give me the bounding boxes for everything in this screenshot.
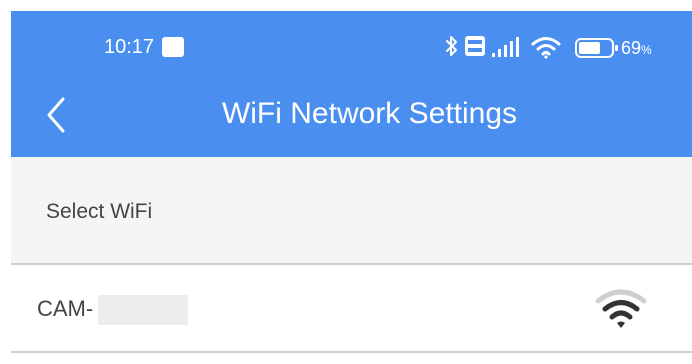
screen: 10:17 69% WiFi Network Settings Select W…: [0, 0, 692, 364]
notification-icon: [162, 37, 184, 57]
page-title: WiFi Network Settings: [221, 97, 518, 130]
wifi-signal-icon: [595, 289, 647, 328]
divider: [11, 263, 692, 265]
wifi-ssid: CAM-: [37, 296, 94, 321]
select-wifi-section: Select WiFi: [11, 157, 692, 264]
battery-unit: %: [641, 43, 652, 57]
volte-icon: [465, 36, 485, 56]
app-frame: 10:17 69% WiFi Network Settings Select W…: [11, 11, 692, 364]
wifi-network-item[interactable]: CAM-: [11, 266, 692, 352]
select-wifi-label: Select WiFi: [46, 200, 153, 223]
status-bar: 10:17 69%: [11, 11, 692, 71]
app-bar: 10:17 69% WiFi Network Settings: [11, 11, 692, 157]
wifi-icon: [531, 37, 561, 59]
status-time: 10:17: [104, 36, 155, 58]
divider: [11, 351, 692, 353]
ssid-redaction: [98, 295, 188, 325]
battery-percentage: 69%: [621, 37, 652, 61]
bluetooth-icon: [446, 36, 457, 56]
signal-icon: [492, 37, 519, 57]
battery-level: 69: [621, 38, 642, 58]
battery-icon: [575, 38, 618, 58]
